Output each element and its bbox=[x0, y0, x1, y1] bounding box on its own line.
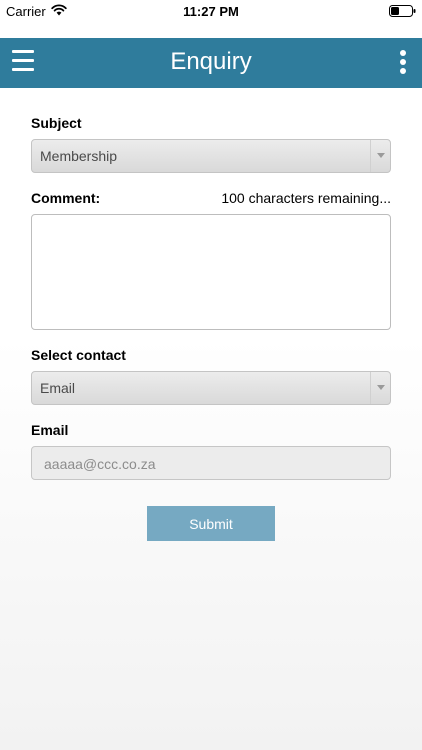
comment-char-counter: 100 characters remaining... bbox=[221, 190, 391, 206]
status-time: 11:27 PM bbox=[183, 4, 239, 19]
app-bar: Enquiry bbox=[0, 38, 422, 88]
contact-select[interactable]: Email bbox=[31, 371, 391, 405]
submit-button[interactable]: Submit bbox=[147, 506, 275, 541]
email-label: Email bbox=[31, 422, 69, 438]
more-vertical-icon[interactable] bbox=[396, 50, 410, 76]
email-field: aaaaa@ccc.co.za bbox=[31, 446, 391, 480]
contact-value: Email bbox=[40, 380, 76, 396]
comment-textarea[interactable] bbox=[31, 214, 391, 330]
chevron-down-icon bbox=[370, 140, 390, 172]
subject-select[interactable]: Membership bbox=[31, 139, 391, 173]
page-title: Enquiry bbox=[170, 48, 252, 75]
subject-value: Membership bbox=[40, 148, 118, 164]
comment-label: Comment: bbox=[31, 190, 101, 206]
subject-label: Subject bbox=[31, 115, 82, 131]
battery-icon bbox=[389, 5, 416, 17]
select-contact-label: Select contact bbox=[31, 347, 126, 363]
chevron-down-icon bbox=[370, 372, 390, 404]
status-bar: Carrier 11:27 PM bbox=[0, 0, 422, 38]
enquiry-screen: Carrier 11:27 PM Enquiry Subject Members… bbox=[0, 0, 422, 750]
